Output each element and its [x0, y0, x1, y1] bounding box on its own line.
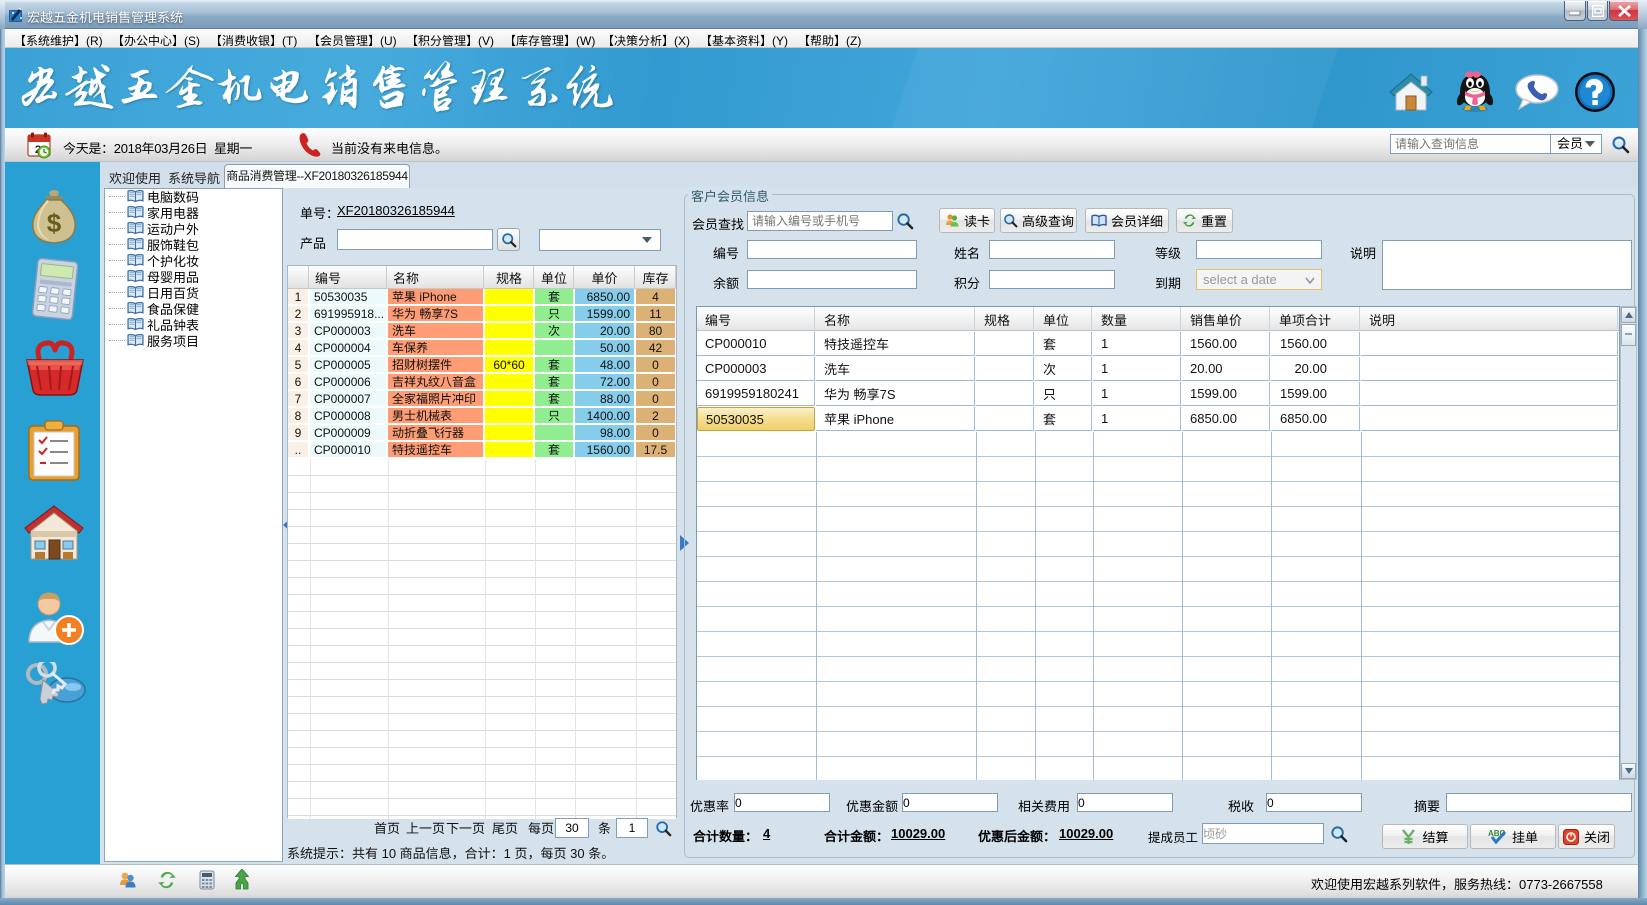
svg-text:$: $: [47, 208, 62, 238]
